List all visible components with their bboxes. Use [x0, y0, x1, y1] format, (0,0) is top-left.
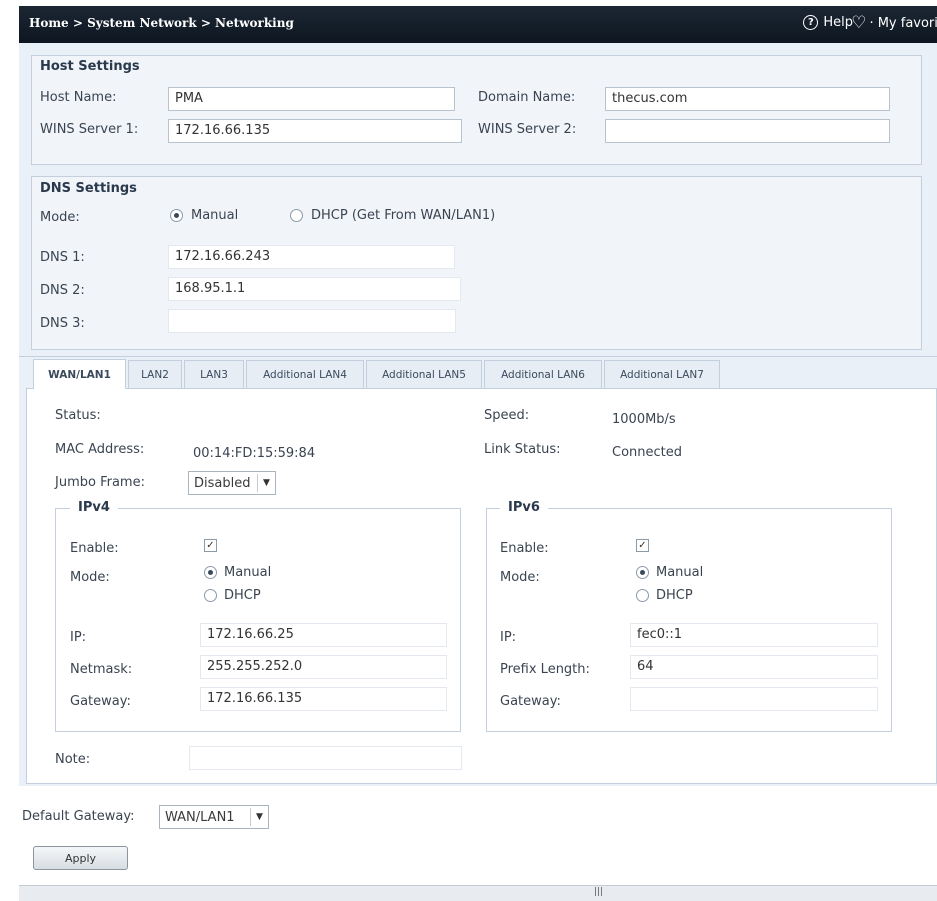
dns-mode-dhcp-option[interactable]: DHCP (Get From WAN/LAN1)	[290, 208, 495, 223]
dns1-input[interactable]: 172.16.66.243	[168, 245, 455, 269]
heart-icon: ♡	[851, 13, 867, 33]
ipv6-ip-label: IP:	[500, 630, 517, 645]
dns-mode-dhcp-label: DHCP (Get From WAN/LAN1)	[311, 208, 496, 223]
ipv6-enable-label: Enable:	[500, 541, 549, 556]
breadcrumb[interactable]: Home > System Network > Networking	[29, 16, 294, 30]
ipv4-mode-manual-option[interactable]: Manual	[204, 565, 271, 580]
ipv6-prefix-length-label: Prefix Length:	[500, 662, 590, 677]
chevron-down-icon[interactable]: ▼	[257, 474, 275, 492]
wins-server-1-label: WINS Server 1:	[40, 122, 139, 137]
favorite-label: · My favorit	[869, 16, 937, 31]
default-gateway-select[interactable]: WAN/LAN1 ▼	[159, 805, 269, 829]
ipv4-gateway-label: Gateway:	[70, 694, 131, 709]
ipv4-netmask-label: Netmask:	[70, 662, 133, 677]
link-status-label: Link Status:	[484, 442, 561, 457]
ipv6-ip-input[interactable]: fec0::1	[630, 623, 878, 647]
dns3-input[interactable]	[168, 309, 456, 333]
mac-address-value: 00:14:FD:15:59:84	[193, 446, 316, 461]
ipv6-mode-manual-option[interactable]: Manual	[636, 565, 703, 580]
ipv6-mode-manual-radio[interactable]	[636, 566, 649, 579]
apply-button[interactable]: Apply	[33, 846, 128, 870]
ipv6-mode-manual-label: Manual	[656, 565, 704, 580]
help-link[interactable]: ? Help	[803, 15, 853, 30]
host-settings-legend: Host Settings	[40, 59, 140, 74]
ipv6-legend: IPv6	[500, 500, 548, 515]
dns-mode-dhcp-radio[interactable]	[290, 209, 303, 222]
dns-settings-legend: DNS Settings	[40, 181, 137, 196]
ipv6-mode-dhcp-radio[interactable]	[636, 589, 649, 602]
dns-mode-manual-option[interactable]: Manual	[170, 208, 238, 223]
ipv4-ip-input[interactable]: 172.16.66.25	[200, 623, 447, 647]
speed-value: 1000Mb/s	[612, 412, 676, 427]
link-status-value: Connected	[612, 445, 683, 460]
jumbo-frame-label: Jumbo Frame:	[55, 475, 145, 490]
tab-additional-lan6[interactable]: Additional LAN6	[484, 360, 602, 388]
ipv4-enable-checkbox[interactable]: ✓	[204, 539, 217, 552]
ipv6-prefix-length-input[interactable]: 64	[630, 655, 878, 679]
ipv6-gateway-input[interactable]	[630, 687, 878, 711]
ipv4-mode-dhcp-radio[interactable]	[204, 589, 217, 602]
mac-address-label: MAC Address:	[55, 442, 145, 457]
tab-additional-lan4[interactable]: Additional LAN4	[246, 360, 364, 388]
jumbo-frame-select[interactable]: Disabled ▼	[188, 471, 276, 495]
ipv6-mode-dhcp-label: DHCP	[656, 588, 693, 603]
title-bar: Home > System Network > Networking ? Hel…	[19, 6, 937, 43]
dns2-input[interactable]: 168.95.1.1	[168, 277, 461, 301]
ipv4-enable-label: Enable:	[70, 541, 119, 556]
dns-mode-manual-label: Manual	[191, 208, 239, 223]
tab-lan3[interactable]: LAN3	[184, 360, 244, 388]
dns-mode-manual-radio[interactable]	[170, 209, 183, 222]
default-gateway-value: WAN/LAN1	[165, 809, 235, 825]
wins-server-2-label: WINS Server 2:	[478, 122, 577, 137]
tab-lan2[interactable]: LAN2	[128, 360, 182, 388]
host-name-label: Host Name:	[40, 90, 117, 105]
dns1-label: DNS 1:	[40, 250, 85, 265]
chevron-down-icon[interactable]: ▼	[250, 808, 268, 826]
dns-settings-group	[31, 176, 922, 350]
ipv6-enable-checkbox[interactable]: ✓	[636, 539, 649, 552]
help-circle-icon: ?	[803, 15, 819, 30]
note-input[interactable]	[189, 746, 462, 770]
tab-wan-lan1[interactable]: WAN/LAN1	[33, 359, 126, 389]
ipv4-netmask-input[interactable]: 255.255.252.0	[200, 655, 447, 679]
ipv6-gateway-label: Gateway:	[500, 694, 561, 709]
speed-label: Speed:	[484, 408, 530, 423]
tab-additional-lan5[interactable]: Additional LAN5	[366, 360, 482, 388]
ipv4-mode-label: Mode:	[70, 570, 110, 585]
ipv4-mode-dhcp-label: DHCP	[224, 588, 261, 603]
ipv4-legend: IPv4	[70, 500, 118, 515]
ipv6-mode-label: Mode:	[500, 570, 540, 585]
favorite-link[interactable]: ♡ · My favorit	[851, 15, 937, 32]
host-name-input[interactable]: PMA	[168, 87, 455, 111]
ipv4-mode-manual-radio[interactable]	[204, 566, 217, 579]
scrollbar-grip-icon[interactable]: |||	[594, 887, 603, 897]
help-label: Help	[823, 15, 853, 30]
jumbo-frame-value: Disabled	[194, 475, 251, 491]
default-gateway-label: Default Gateway:	[22, 809, 135, 824]
dns2-label: DNS 2:	[40, 283, 85, 298]
horizontal-scrollbar[interactable]	[19, 885, 937, 901]
status-label: Status:	[55, 408, 101, 423]
dns-mode-label: Mode:	[40, 210, 80, 225]
ipv4-mode-manual-label: Manual	[224, 565, 272, 580]
ipv6-mode-dhcp-option[interactable]: DHCP	[636, 588, 693, 603]
tab-additional-lan7[interactable]: Additional LAN7	[604, 360, 720, 388]
ipv4-ip-label: IP:	[70, 630, 87, 645]
ipv4-gateway-input[interactable]: 172.16.66.135	[200, 687, 447, 711]
note-label: Note:	[55, 752, 91, 767]
wins-server-1-input[interactable]: 172.16.66.135	[168, 119, 462, 143]
domain-name-label: Domain Name:	[478, 90, 576, 105]
ipv4-mode-dhcp-option[interactable]: DHCP	[204, 588, 261, 603]
dns3-label: DNS 3:	[40, 316, 85, 331]
domain-name-input[interactable]: thecus.com	[605, 87, 890, 111]
wins-server-2-input[interactable]	[605, 119, 890, 143]
